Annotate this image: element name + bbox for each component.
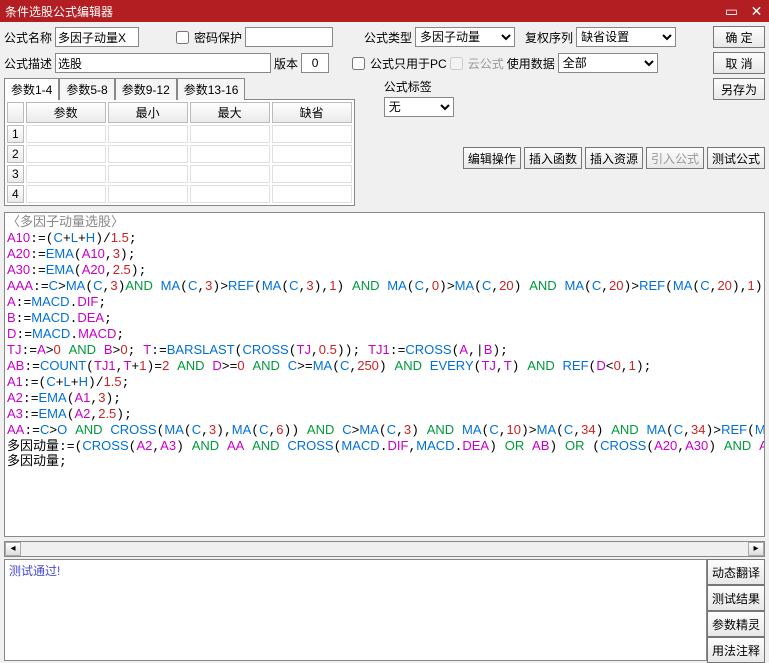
param-cell[interactable] — [27, 186, 105, 202]
insres-button[interactable]: 插入资源 — [585, 147, 643, 169]
type-select[interactable]: 多因子动量 — [415, 27, 515, 47]
tag-select[interactable]: 无 — [384, 97, 454, 117]
ok-button[interactable]: 确 定 — [713, 26, 765, 48]
label-usedata: 使用数据 — [507, 55, 555, 72]
param-cell[interactable] — [273, 166, 351, 182]
csjl-button[interactable]: 参数精灵 — [707, 611, 765, 637]
param-cell[interactable] — [191, 166, 269, 182]
label-tag: 公式标签 — [384, 78, 709, 95]
tab-params-13-16[interactable]: 参数13-16 — [177, 78, 246, 100]
table-row: 3 — [7, 165, 352, 183]
pwd-input[interactable] — [245, 27, 333, 47]
col-max: 最大 — [190, 102, 270, 123]
table-row: 2 — [7, 145, 352, 163]
table-row: 4 — [7, 185, 352, 203]
cloud-checkbox — [450, 57, 463, 70]
editop-button[interactable]: 编辑操作 — [463, 147, 521, 169]
desc-input[interactable] — [55, 53, 271, 73]
yfzs-button[interactable]: 用法注释 — [707, 637, 765, 663]
col-param: 参数 — [26, 102, 106, 123]
table-row: 1 — [7, 125, 352, 143]
usedata-select[interactable]: 全部 — [558, 53, 658, 73]
label-pwd: 密码保护 — [194, 29, 242, 46]
code-editor[interactable]: 〈多因子动量选股〉 A10:=(C+L+H)/1.5; A20:=EMA(A10… — [4, 212, 765, 537]
label-pconly: 公式只用于PC — [370, 55, 447, 72]
scroll-left-icon[interactable]: ◂ — [5, 542, 21, 556]
window-title: 条件选股公式编辑器 — [5, 3, 719, 20]
param-cell[interactable] — [191, 126, 269, 142]
dtfy-button[interactable]: 动态翻译 — [707, 559, 765, 585]
param-cell[interactable] — [191, 146, 269, 162]
name-input[interactable] — [55, 27, 139, 47]
param-cell[interactable] — [109, 186, 187, 202]
titlebar: 条件选股公式编辑器 ▭ ✕ — [0, 0, 769, 22]
param-cell[interactable] — [191, 186, 269, 202]
scroll-right-icon[interactable]: ▸ — [748, 542, 764, 556]
param-table: 参数 最小 最大 缺省 1 2 3 4 — [4, 99, 355, 206]
param-cell[interactable] — [27, 166, 105, 182]
label-ver: 版本 — [274, 55, 298, 72]
ver-input[interactable] — [301, 53, 329, 73]
test-button[interactable]: 测试公式 — [707, 147, 765, 169]
param-cell[interactable] — [109, 126, 187, 142]
cancel-button[interactable]: 取 消 — [713, 52, 765, 74]
saveas-button[interactable]: 另存为 — [713, 78, 765, 100]
status-output: 测试通过! — [4, 559, 707, 661]
tab-params-1-4[interactable]: 参数1-4 — [4, 78, 59, 100]
param-cell[interactable] — [109, 166, 187, 182]
insfn-button[interactable]: 插入函数 — [524, 147, 582, 169]
minimize-icon[interactable]: ▭ — [719, 3, 744, 20]
param-cell[interactable] — [273, 186, 351, 202]
pconly-checkbox[interactable] — [352, 57, 365, 70]
param-cell[interactable] — [273, 126, 351, 142]
label-type: 公式类型 — [364, 29, 412, 46]
fqxl-select[interactable]: 缺省设置 — [576, 27, 676, 47]
pwd-checkbox[interactable] — [176, 31, 189, 44]
import-button[interactable]: 引入公式 — [646, 147, 704, 169]
close-icon[interactable]: ✕ — [744, 3, 769, 20]
param-cell[interactable] — [27, 146, 105, 162]
csjg-button[interactable]: 测试结果 — [707, 585, 765, 611]
h-scrollbar[interactable]: ◂ ▸ — [4, 541, 765, 557]
param-tabs: 参数1-4 参数5-8 参数9-12 参数13-16 — [4, 78, 355, 100]
param-cell[interactable] — [273, 146, 351, 162]
tab-params-9-12[interactable]: 参数9-12 — [115, 78, 177, 100]
param-cell[interactable] — [109, 146, 187, 162]
label-name: 公式名称 — [4, 29, 52, 46]
param-cell[interactable] — [27, 126, 105, 142]
col-default: 缺省 — [272, 102, 352, 123]
scroll-track[interactable] — [21, 542, 748, 556]
label-desc: 公式描述 — [4, 55, 52, 72]
col-min: 最小 — [108, 102, 188, 123]
label-fqxl: 复权序列 — [525, 29, 573, 46]
label-cloud: 云公式 — [468, 55, 504, 72]
tab-params-5-8[interactable]: 参数5-8 — [59, 78, 114, 100]
